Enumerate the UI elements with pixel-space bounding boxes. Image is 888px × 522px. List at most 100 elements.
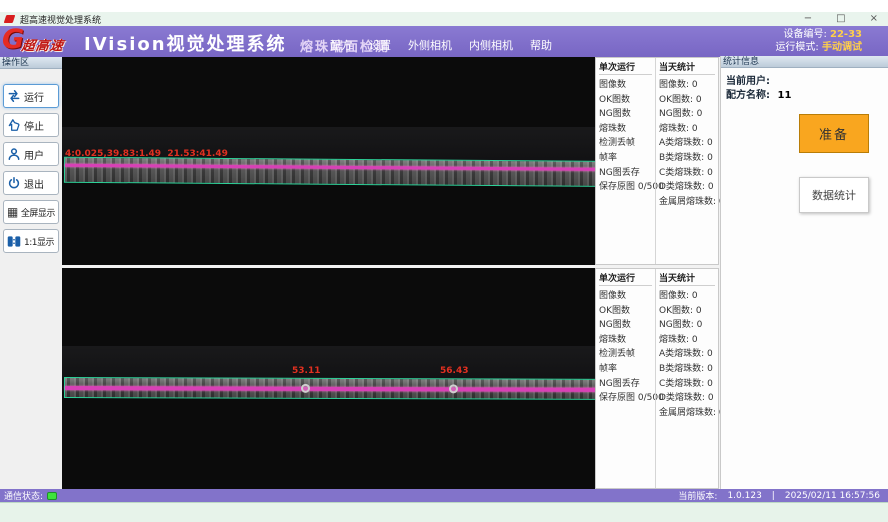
info-panel: 统计信息 当前用户: 配方名称: 11 准备 数据统计	[720, 56, 888, 489]
comm-status-led-icon	[47, 492, 57, 500]
measurement-label: 53.11	[292, 366, 320, 376]
status-separator: |	[772, 491, 775, 501]
one-to-one-button-label: 1:1显示	[24, 235, 54, 248]
menu-item[interactable]: 配方	[330, 37, 352, 53]
stat-row: 图像数: 0	[659, 78, 715, 93]
device-number-row: 设备编号: 22-33	[775, 28, 862, 41]
sidebar-title: 操作区	[0, 57, 62, 69]
stat-row: OK图数: 0	[659, 93, 715, 108]
stat-row: C类熔珠数: 0	[659, 166, 715, 181]
app-logo-icon	[4, 15, 16, 23]
run-sync-arrows-icon	[7, 89, 21, 103]
stat-row: 检测丢帧	[599, 347, 652, 362]
main-menu: 配方 设置 外侧相机 内侧相机 帮助	[330, 37, 552, 53]
stat-row: NG图数	[599, 107, 652, 122]
version-label: 当前版本:	[678, 489, 717, 502]
one-to-one-button[interactable]: 1:1显示	[3, 229, 59, 253]
user-button-label: 用户	[24, 147, 44, 162]
stop-button[interactable]: 停止	[3, 113, 59, 137]
fullscreen-button[interactable]: ▦ 全屏显示	[3, 200, 59, 224]
brand-logo-text: 超高速	[21, 35, 66, 54]
camera-view-outer[interactable]: 4:0.025,39.83:1.49 21.53:41.49	[62, 57, 656, 265]
daily-stats-column: 当天统计 图像数: 0OK图数: 0NG图数: 0熔珠数: 0A类熔珠数: 0B…	[655, 58, 718, 264]
stat-row: 熔珠数	[599, 333, 652, 348]
stat-row: B类熔珠数: 0	[659, 362, 715, 377]
prepare-button[interactable]: 准备	[799, 114, 869, 153]
status-bar-right: 当前版本: 1.0.123 | 2025/02/11 16:57:56	[678, 489, 880, 502]
stop-hand-icon	[7, 118, 21, 132]
stat-row: A类熔珠数: 0	[659, 136, 715, 151]
stat-row: 检测丢帧	[599, 136, 652, 151]
close-button[interactable]: ×	[870, 14, 878, 24]
stat-row: 熔珠数: 0	[659, 122, 715, 137]
fullscreen-button-label: 全屏显示	[21, 206, 55, 219]
menu-item[interactable]: 内侧相机	[469, 37, 513, 53]
bead-texture	[65, 158, 651, 187]
stat-row: C类熔珠数: 0	[659, 377, 715, 392]
stat-row: D类熔珠数: 0	[659, 391, 715, 406]
stats-panel-top: 单次运行 图像数OK图数NG图数熔珠数检测丢帧帧率NG图丢存 保存原图 0/50…	[595, 57, 719, 265]
run-mode-label: 运行模式:	[775, 42, 818, 53]
run-button[interactable]: 运行	[3, 84, 59, 108]
user-button[interactable]: 用户	[3, 142, 59, 166]
status-bar: 通信状态: 当前版本: 1.0.123 | 2025/02/11 16:57:5…	[0, 489, 888, 502]
exit-button[interactable]: 退出	[3, 171, 59, 195]
current-user-row: 当前用户:	[726, 72, 774, 87]
stats-panel-bottom: 单次运行 图像数OK图数NG图数熔珠数检测丢帧帧率NG图丢存 保存原图 0/50…	[595, 268, 719, 489]
data-statistics-button[interactable]: 数据统计	[799, 177, 869, 213]
single-run-rows: 图像数OK图数NG图数熔珠数检测丢帧帧率NG图丢存	[599, 289, 652, 391]
device-number-value: 22-33	[830, 29, 862, 40]
stat-row: D类熔珠数: 0	[659, 180, 715, 195]
stat-row: NG图数	[599, 318, 652, 333]
camera-view-inner[interactable]: 53.11 56.43	[62, 268, 656, 489]
daily-stats-column: 当天统计 图像数: 0OK图数: 0NG图数: 0熔珠数: 0A类熔珠数: 0B…	[655, 269, 718, 488]
weld-bead-roi	[64, 377, 650, 400]
menu-item[interactable]: 帮助	[530, 37, 552, 53]
comm-status-label: 通信状态:	[4, 489, 43, 502]
app-window: 超高速视觉处理系统 − □ × G 超高速 IVision视觉处理系统 熔珠端面…	[0, 0, 888, 522]
app-title: IVision视觉处理系统	[84, 30, 287, 56]
menu-item[interactable]: 设置	[369, 37, 391, 53]
run-mode-value: 手动调试	[822, 42, 862, 53]
recipe-name-value: 11	[777, 90, 791, 101]
single-run-rows: 图像数OK图数NG图数熔珠数检测丢帧帧率NG图丢存	[599, 78, 652, 180]
operation-sidebar: 操作区 运行 停止	[0, 57, 62, 489]
stat-row: NG图丢存	[599, 377, 652, 392]
menu-item[interactable]: 外侧相机	[408, 37, 452, 53]
minimize-button[interactable]: −	[804, 14, 812, 24]
stat-row: OK图数	[599, 93, 652, 108]
one-to-one-icon	[7, 235, 21, 248]
window-controls: − □ ×	[804, 12, 878, 26]
stop-button-label: 停止	[24, 118, 44, 133]
version-value: 1.0.123	[727, 491, 761, 501]
weld-bead-roi	[64, 157, 652, 188]
stat-row: 金属屑熔珠数: 0	[659, 406, 715, 421]
save-raw-row: 保存原图 0/500	[599, 391, 652, 406]
desktop-strip	[0, 502, 888, 522]
title-bar: 超高速视觉处理系统 − □ ×	[0, 12, 888, 26]
stat-row: 金属屑熔珠数: 0	[659, 195, 715, 210]
stat-row: 帧率	[599, 151, 652, 166]
power-icon	[7, 176, 21, 190]
stat-row: OK图数	[599, 304, 652, 319]
recipe-name-label: 配方名称:	[726, 90, 770, 101]
defect-marker-icon	[449, 384, 458, 393]
save-raw-row: 保存原图 0/500	[599, 180, 652, 195]
restore-button[interactable]: □	[836, 14, 845, 24]
user-icon	[7, 147, 21, 161]
daily-stats-rows: 图像数: 0OK图数: 0NG图数: 0熔珠数: 0A类熔珠数: 0B类熔珠数:…	[659, 78, 715, 209]
single-run-column: 单次运行 图像数OK图数NG图数熔珠数检测丢帧帧率NG图丢存 保存原图 0/50…	[596, 269, 655, 488]
stat-row: 图像数	[599, 78, 652, 93]
device-number-label: 设备编号:	[783, 29, 826, 40]
stat-row: 帧率	[599, 362, 652, 377]
stat-row: 熔珠数: 0	[659, 333, 715, 348]
run-button-label: 运行	[24, 89, 44, 104]
stat-row: A类熔珠数: 0	[659, 347, 715, 362]
stat-row: NG图数: 0	[659, 107, 715, 122]
measurement-label: 56.43	[440, 366, 468, 376]
stat-row: 熔珠数	[599, 122, 652, 137]
window-title: 超高速视觉处理系统	[20, 13, 101, 26]
stat-row: NG图丢存	[599, 166, 652, 181]
fullscreen-grid-icon: ▦	[7, 206, 18, 218]
device-info: 设备编号: 22-33 运行模式: 手动调试	[775, 28, 862, 54]
